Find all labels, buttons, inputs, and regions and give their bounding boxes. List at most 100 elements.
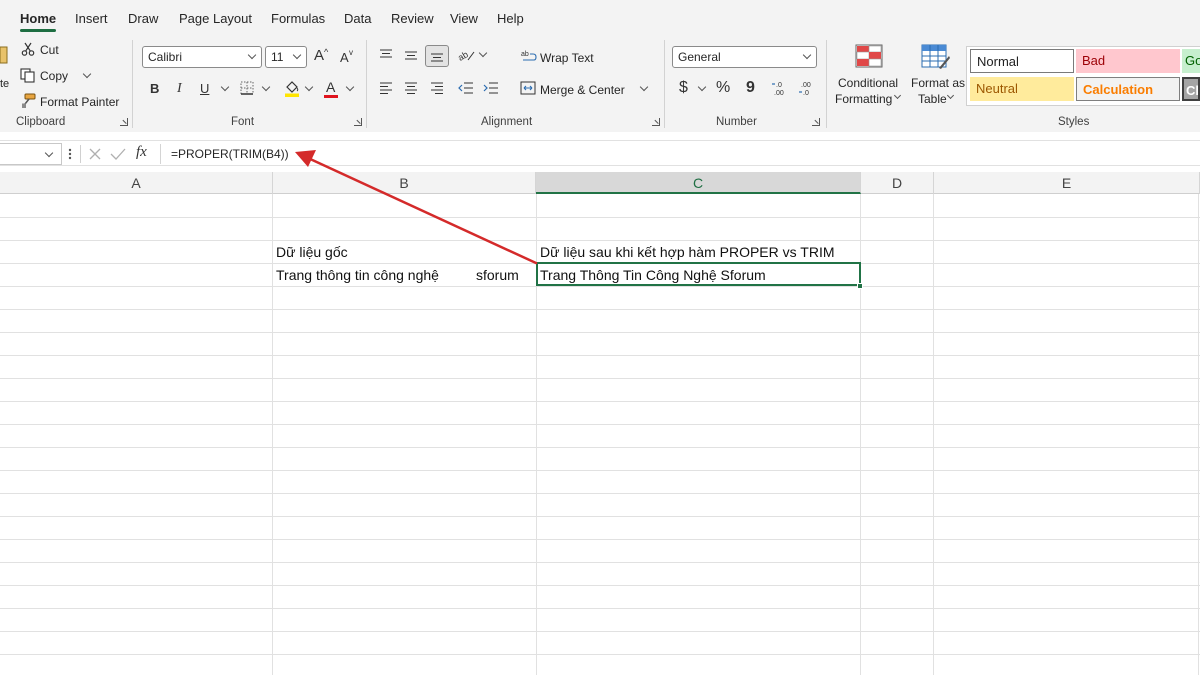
fill-color-dropdown-chevron-icon[interactable] xyxy=(304,82,314,92)
format-painter-button[interactable]: Format Painter xyxy=(40,95,119,109)
copy-button[interactable]: Copy xyxy=(40,69,68,83)
align-middle-icon[interactable] xyxy=(404,49,418,61)
tab-help[interactable]: Help xyxy=(497,11,524,26)
underline-button[interactable]: U xyxy=(200,81,209,97)
comma-style-button[interactable]: 9 xyxy=(746,80,755,96)
increase-indent-icon[interactable] xyxy=(483,82,499,94)
italic-button[interactable]: I xyxy=(177,81,182,97)
chevron-down-icon xyxy=(802,50,812,60)
align-bottom-button[interactable] xyxy=(425,45,449,67)
column-header-a[interactable]: A xyxy=(0,172,273,194)
cell-c3[interactable]: Dữ liệu sau khi kết hợp hàm PROPER vs TR… xyxy=(540,241,835,263)
font-size-value: 11 xyxy=(271,50,284,64)
align-top-icon[interactable] xyxy=(379,49,393,61)
merge-center-icon xyxy=(520,81,536,95)
font-dialog-launcher-icon[interactable] xyxy=(354,118,362,126)
style-bad[interactable]: Bad xyxy=(1076,49,1180,73)
style-neutral[interactable]: Neutral xyxy=(970,77,1074,101)
tab-page-layout[interactable]: Page Layout xyxy=(179,11,252,26)
wrap-text-icon: ab xyxy=(521,51,537,61)
insert-function-button[interactable]: fx xyxy=(136,144,147,161)
name-box-chevron-icon[interactable] xyxy=(44,148,54,158)
cell-b3[interactable]: Dữ liệu gốc xyxy=(276,241,348,263)
chevron-down-icon xyxy=(292,50,302,60)
borders-dropdown-chevron-icon[interactable] xyxy=(261,82,271,92)
formula-input[interactable]: =PROPER(TRIM(B4)) xyxy=(160,144,1200,164)
number-dialog-launcher-icon[interactable] xyxy=(812,118,820,126)
format-as-table-label-2[interactable]: Table xyxy=(918,92,947,106)
format-as-table-icon xyxy=(921,44,950,69)
increase-decimal-icon[interactable]: .0 .00 xyxy=(771,80,787,96)
paste-button-label[interactable]: te xyxy=(0,78,9,90)
style-check-cell[interactable]: Ch xyxy=(1182,77,1200,101)
active-cell-border xyxy=(536,262,861,286)
currency-dropdown-chevron-icon[interactable] xyxy=(697,82,707,92)
conditional-formatting-chevron-icon[interactable] xyxy=(893,91,902,100)
decrease-indent-icon[interactable] xyxy=(458,82,474,94)
fill-color-icon[interactable] xyxy=(284,79,300,97)
worksheet-grid[interactable]: A B C D E Dữ liệu gốc Dữ liệu sau khi kế… xyxy=(0,172,1200,675)
chevron-down-icon xyxy=(247,50,257,60)
format-painter-icon xyxy=(22,93,36,108)
tab-draw[interactable]: Draw xyxy=(128,11,158,26)
group-divider xyxy=(664,40,665,128)
conditional-formatting-label-2[interactable]: Formatting xyxy=(835,92,892,106)
tab-data[interactable]: Data xyxy=(344,11,371,26)
name-box[interactable] xyxy=(0,143,62,165)
formula-bar: fx =PROPER(TRIM(B4)) xyxy=(0,140,1200,166)
align-center-icon[interactable] xyxy=(404,82,418,94)
style-normal[interactable]: Normal xyxy=(970,49,1074,73)
copy-icon xyxy=(20,68,35,83)
decrease-decimal-icon[interactable]: .00 .0 xyxy=(798,80,814,96)
column-header-d[interactable]: D xyxy=(861,172,934,194)
paste-icon[interactable] xyxy=(0,44,8,64)
merge-dropdown-chevron-icon[interactable] xyxy=(639,82,649,92)
alignment-dialog-launcher-icon[interactable] xyxy=(652,118,660,126)
format-as-table-chevron-icon[interactable] xyxy=(946,91,955,100)
font-color-button[interactable]: A xyxy=(326,79,335,95)
active-tab-indicator xyxy=(20,29,56,32)
style-good[interactable]: Go xyxy=(1182,49,1200,73)
percent-button[interactable]: % xyxy=(716,80,730,96)
decrease-font-size-button[interactable]: A xyxy=(340,50,349,66)
formula-bar-divider xyxy=(80,145,81,163)
cell-b4[interactable]: Trang thông tin công nghệ xyxy=(276,264,439,286)
conditional-formatting-label-1[interactable]: Conditional xyxy=(838,76,898,90)
cancel-entry-icon[interactable] xyxy=(88,147,102,161)
svg-text:.0: .0 xyxy=(776,82,782,89)
tab-formulas[interactable]: Formulas xyxy=(271,11,325,26)
wrap-text-button[interactable]: Wrap Text xyxy=(540,51,594,65)
font-color-dropdown-chevron-icon[interactable] xyxy=(345,82,355,92)
tab-insert[interactable]: Insert xyxy=(75,11,108,26)
align-left-icon[interactable] xyxy=(379,82,393,94)
cut-button[interactable]: Cut xyxy=(40,43,59,57)
tab-review[interactable]: Review xyxy=(391,11,434,26)
fill-handle[interactable] xyxy=(857,283,863,289)
column-header-e[interactable]: E xyxy=(934,172,1200,194)
merge-center-button[interactable]: Merge & Center xyxy=(540,83,625,97)
confirm-entry-icon[interactable] xyxy=(110,147,126,161)
copy-dropdown-chevron-icon[interactable] xyxy=(82,69,92,79)
number-format-select[interactable]: General xyxy=(672,46,817,68)
currency-button[interactable]: $ xyxy=(679,80,688,96)
column-header-b[interactable]: B xyxy=(273,172,536,194)
orientation-dropdown-chevron-icon[interactable] xyxy=(478,48,488,58)
svg-text:.0: .0 xyxy=(803,90,809,96)
underline-dropdown-chevron-icon[interactable] xyxy=(220,82,230,92)
more-options-icon[interactable] xyxy=(68,148,72,160)
bold-button[interactable]: B xyxy=(150,81,159,97)
borders-icon[interactable] xyxy=(240,81,254,95)
column-header-c[interactable]: C xyxy=(536,172,861,194)
align-right-icon[interactable] xyxy=(430,82,444,94)
increase-font-size-button[interactable]: A xyxy=(314,48,324,64)
font-name-select[interactable]: Calibri xyxy=(142,46,262,68)
font-size-select[interactable]: 11 xyxy=(265,46,307,68)
tab-view[interactable]: View xyxy=(450,11,478,26)
orientation-icon[interactable]: ab xyxy=(457,48,475,62)
tab-home[interactable]: Home xyxy=(20,11,56,26)
group-divider xyxy=(132,40,133,128)
format-as-table-label-1[interactable]: Format as xyxy=(911,76,965,90)
group-divider xyxy=(826,40,827,128)
style-calculation[interactable]: Calculation xyxy=(1076,77,1180,101)
clipboard-dialog-launcher-icon[interactable] xyxy=(120,118,128,126)
